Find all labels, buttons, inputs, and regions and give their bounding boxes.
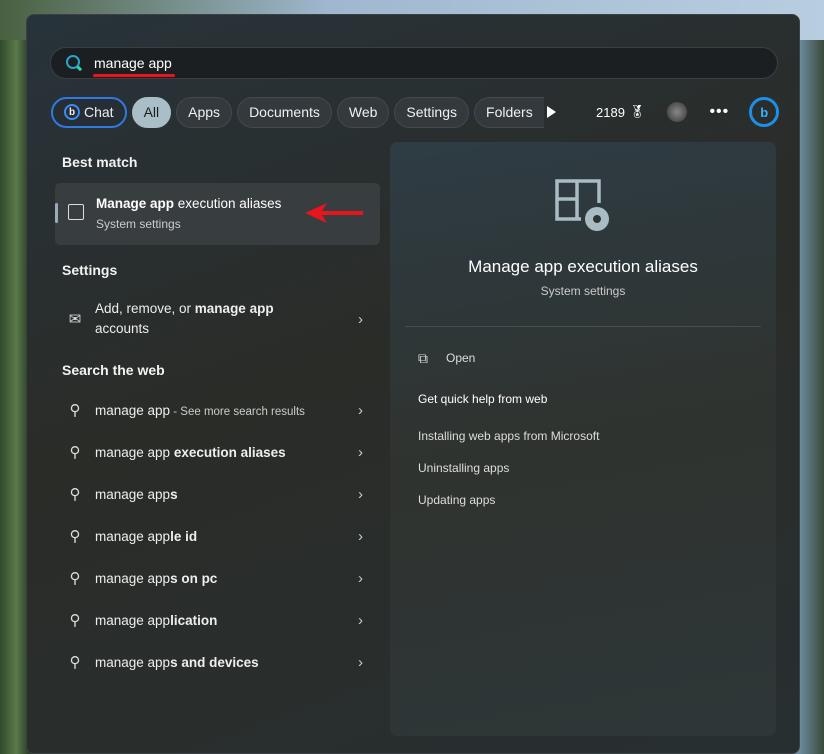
web-result-item[interactable]: ⚲ manage app - See more search results ›	[55, 390, 380, 430]
divider	[405, 326, 761, 327]
web-result-completion: s and devices	[170, 654, 259, 670]
web-result-item[interactable]: ⚲ manage apps ›	[55, 474, 380, 514]
web-result-query: manage app	[95, 654, 171, 670]
preview-title: Manage app execution aliases	[468, 257, 698, 276]
tab-all[interactable]: All	[131, 96, 172, 128]
web-result-item[interactable]: ⚲ manage apple id ›	[55, 516, 380, 556]
bing-chat-button[interactable]: b	[749, 97, 780, 127]
rewards-points[interactable]: 2189	[596, 105, 625, 120]
tab-web[interactable]: Web	[336, 96, 390, 128]
search-icon	[66, 55, 80, 69]
web-result-completion: le id	[170, 528, 198, 544]
filter-bar: b Chat All Apps Documents Web Settings Fo…	[51, 96, 544, 128]
search-icon: ⚲	[69, 570, 81, 587]
web-result-query: manage app	[95, 570, 171, 586]
search-panel: manage app b Chat All Apps Documents Web …	[26, 14, 800, 754]
web-result-completion: s on pc	[170, 570, 218, 586]
tab-apps[interactable]: Apps	[176, 96, 233, 128]
settings-item-post: accounts	[95, 321, 150, 336]
tab-folders[interactable]: Folders	[474, 96, 544, 128]
mail-icon: ✉	[68, 311, 82, 328]
search-icon: ⚲	[69, 444, 81, 461]
chevron-right-icon[interactable]: ›	[358, 311, 380, 328]
chat-label: Chat	[84, 104, 114, 120]
help-link[interactable]: Updating apps	[418, 493, 495, 507]
chevron-right-icon[interactable]: ›	[358, 570, 380, 587]
tab-documents[interactable]: Documents	[237, 96, 332, 128]
web-result-query: manage app	[95, 444, 174, 460]
annotation-arrow	[305, 203, 363, 223]
chevron-right-icon[interactable]: ›	[358, 654, 380, 671]
search-icon: ⚲	[69, 402, 81, 419]
settings-item-pre: Add, remove, or	[95, 301, 195, 316]
web-result-query: manage app	[95, 612, 171, 628]
search-icon: ⚲	[69, 528, 81, 545]
chevron-right-icon[interactable]: ›	[358, 402, 380, 419]
best-match-title-bold: Manage app	[96, 196, 175, 211]
web-result-completion: s	[170, 486, 178, 502]
search-web-header: Search the web	[62, 362, 165, 378]
web-result-completion: execution aliases	[173, 444, 286, 460]
help-link[interactable]: Installing web apps from Microsoft	[418, 429, 599, 443]
selection-indicator	[55, 203, 58, 223]
chevron-right-icon[interactable]: ›	[358, 486, 380, 503]
settings-item-manage-accounts[interactable]: ✉ Add, remove, or manage app accounts ›	[55, 299, 380, 339]
chat-button[interactable]: b Chat	[51, 96, 127, 128]
see-more-label: - See more search results	[170, 405, 305, 418]
search-box[interactable]: manage app	[50, 47, 778, 79]
more-options-icon[interactable]: •••	[709, 103, 729, 121]
chevron-right-icon[interactable]: ›	[358, 528, 380, 545]
web-result-item[interactable]: ⚲ manage app execution aliases ›	[55, 432, 380, 472]
best-match-subtitle: System settings	[96, 217, 181, 231]
app-settings-icon	[68, 204, 84, 220]
medal-icon: 🏅︎	[628, 104, 646, 119]
web-result-completion: lication	[170, 612, 218, 628]
web-result-item[interactable]: ⚲ manage apps and devices ›	[55, 642, 380, 682]
search-icon: ⚲	[69, 612, 81, 629]
settings-header: Settings	[62, 262, 118, 278]
chevron-right-icon[interactable]: ›	[358, 444, 380, 461]
web-result-item[interactable]: ⚲ manage apps on pc ›	[55, 558, 380, 598]
search-icon: ⚲	[69, 654, 81, 671]
best-match-header: Best match	[62, 154, 138, 170]
app-settings-icon	[555, 179, 609, 231]
best-match-title-rest: execution aliases	[174, 196, 282, 211]
toolbar-right: 2189 🏅︎ ••• b	[547, 97, 780, 127]
web-result-query: manage app	[95, 528, 171, 544]
preview-subtitle: System settings	[540, 284, 626, 298]
chevron-right-icon[interactable]: ›	[358, 612, 380, 629]
web-result-query: manage app	[95, 402, 171, 418]
web-result-item[interactable]: ⚲ manage application ›	[55, 600, 380, 640]
settings-item-bold: manage app	[194, 301, 274, 316]
annotation-underline	[93, 74, 175, 77]
avatar[interactable]	[667, 102, 688, 122]
quick-help-header: Get quick help from web	[418, 392, 548, 406]
bing-icon: b	[64, 104, 80, 120]
web-result-query: manage app	[95, 486, 171, 502]
help-link[interactable]: Uninstalling apps	[418, 461, 509, 475]
more-filters-arrow-icon[interactable]	[547, 106, 556, 118]
open-button[interactable]: Open	[446, 351, 475, 365]
search-input[interactable]: manage app	[94, 55, 172, 71]
open-external-icon[interactable]: ⧉	[418, 350, 428, 367]
preview-pane: Manage app execution aliases System sett…	[390, 142, 776, 736]
search-icon: ⚲	[69, 486, 81, 503]
tab-settings[interactable]: Settings	[394, 96, 470, 128]
